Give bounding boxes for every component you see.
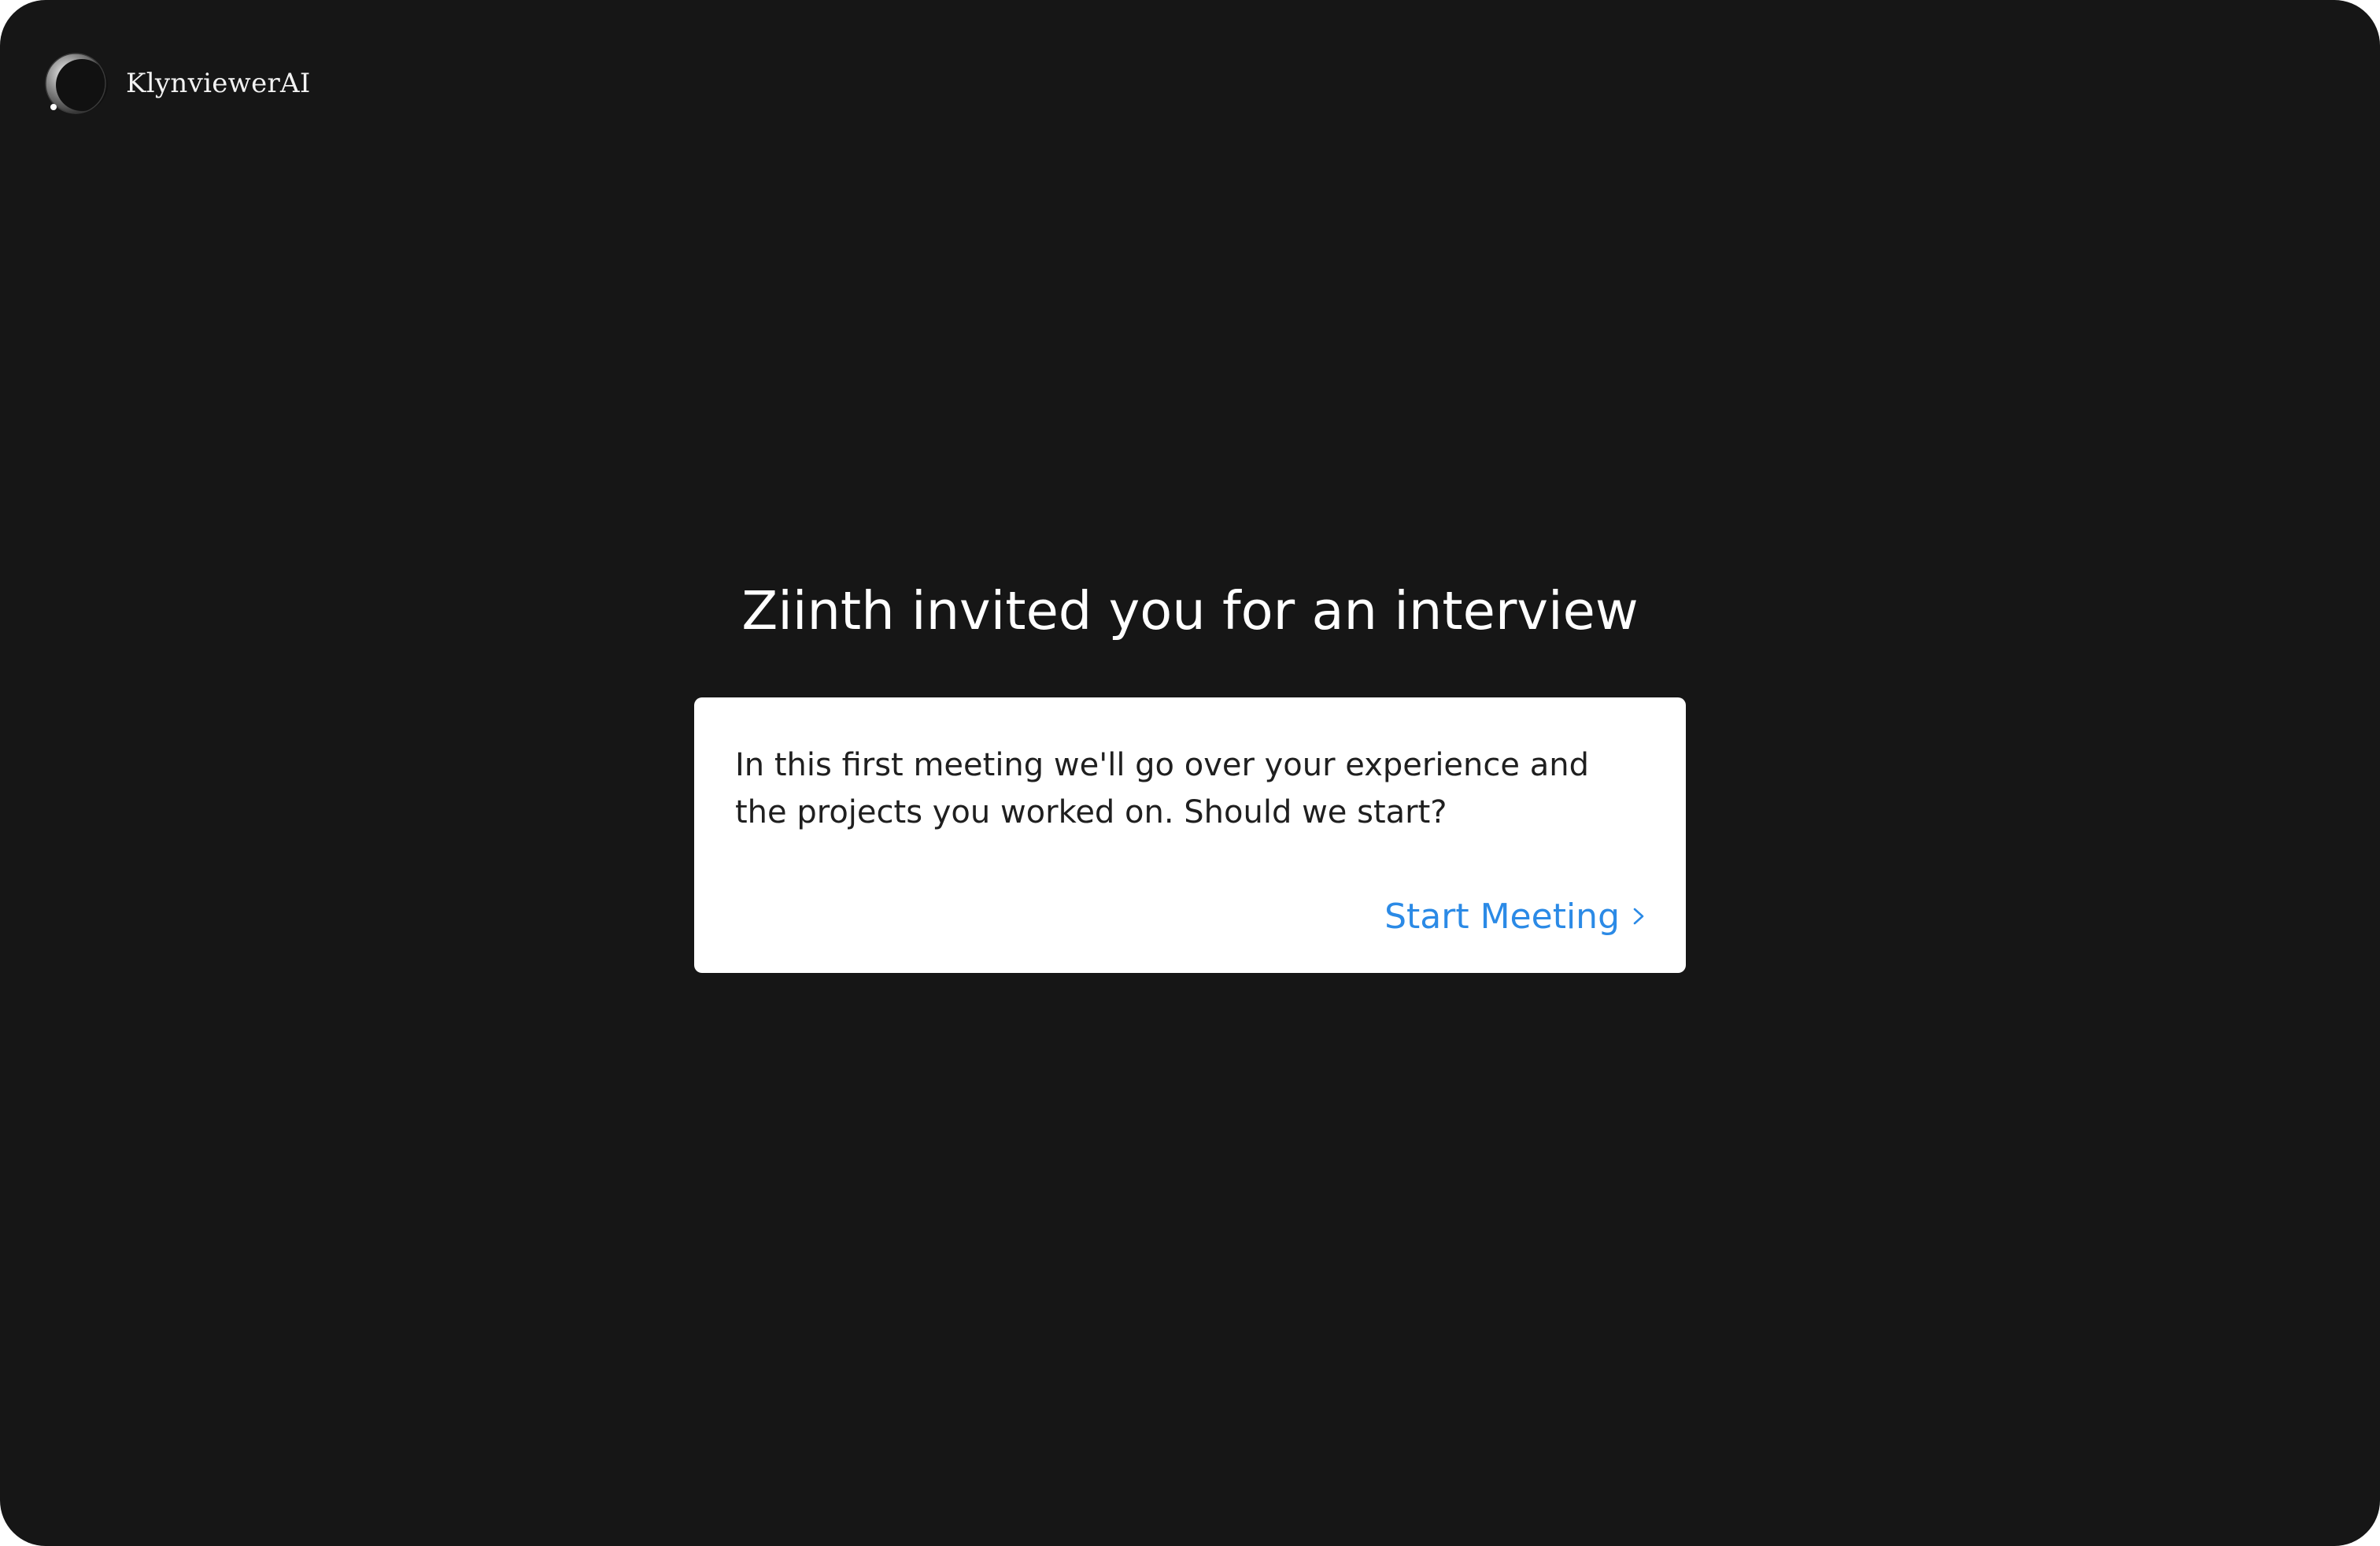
brand-name: KlynviewerAI [126,68,311,99]
chevron-right-icon [1633,908,1644,925]
moon-logo-icon [45,53,108,114]
page-title: Ziinth invited you for an interview [741,580,1639,642]
invite-message: In this first meeting we'll go over your… [735,747,1589,830]
start-meeting-label: Start Meeting [1384,896,1620,937]
start-meeting-button[interactable]: Start Meeting [1384,891,1646,941]
brand[interactable]: KlynviewerAI [42,50,311,117]
invite-card: In this first meeting we'll go over your… [694,697,1686,973]
app-window: KlynviewerAI Ziinth invited you for an i… [0,0,2380,1546]
